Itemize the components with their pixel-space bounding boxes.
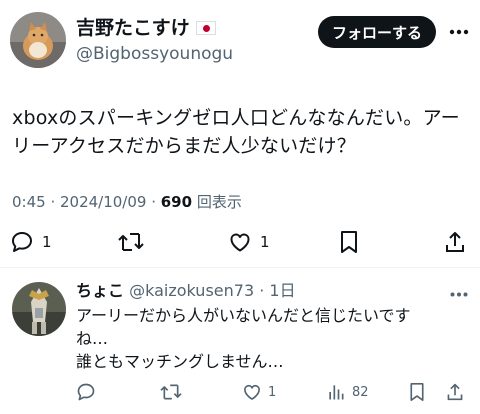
heart-icon — [230, 233, 250, 252]
reply-count: 1 — [42, 233, 52, 251]
display-name[interactable]: 吉野たこすけ — [76, 16, 190, 40]
views-bar-chart-icon — [329, 385, 344, 400]
timestamp[interactable]: 0:45 · 2024/10/09 · — [12, 193, 161, 211]
share-icon — [447, 383, 463, 401]
reply-icon — [12, 232, 32, 252]
reply-text-line: 誰ともマッチングしません… — [76, 352, 284, 371]
reply-text-line: アーリーだから人がいないんだと信じたいです — [76, 306, 411, 325]
tweet-text-line: リーアクセスだからまだ人少ないだけ？ — [12, 135, 356, 157]
reply-button[interactable] — [76, 382, 102, 402]
heart-icon — [244, 384, 260, 400]
views-count: 690 — [160, 193, 193, 211]
like-count: 1 — [260, 233, 270, 251]
reply-tweet[interactable]: ちょこ @kaizokusen73 · 1日 アーリーだから人がいないんだと信じ… — [0, 268, 480, 414]
like-button[interactable]: 1 — [228, 230, 270, 254]
bookmark-icon — [341, 231, 357, 253]
tweet-text: xboxのスパーキングゼロ人口どんななんだい。アー リーアクセスだからまだ人少な… — [12, 104, 472, 160]
like-button[interactable]: 1 — [242, 382, 276, 402]
avatar[interactable] — [12, 282, 66, 336]
bookmark-button[interactable] — [338, 230, 360, 254]
share-icon — [446, 232, 464, 252]
japan-flag-icon — [195, 21, 216, 35]
tweet-actions: 1 1 — [0, 230, 480, 256]
avatar[interactable] — [10, 12, 66, 68]
retweet-icon — [160, 384, 182, 400]
cat-avatar-image — [10, 12, 66, 68]
main-tweet: 吉野たこすけ @Bigbossyounogu フォローする xboxのスパーキン… — [0, 0, 480, 268]
reply-button[interactable]: 1 — [10, 230, 52, 254]
views-label: 回表示 — [192, 193, 242, 211]
retweet-button[interactable] — [160, 382, 188, 402]
reply-icon — [77, 383, 95, 401]
bookmark-button[interactable] — [408, 382, 426, 402]
more-options-icon[interactable] — [446, 18, 472, 46]
figure-avatar-image — [12, 282, 66, 336]
tweet-meta: 0:45 · 2024/10/09 · 690 回表示 — [12, 192, 242, 212]
views-button[interactable]: 82 — [326, 382, 369, 402]
user-handle[interactable]: @Bigbossyounogu — [76, 44, 233, 64]
display-name-row[interactable]: 吉野たこすけ — [76, 16, 216, 40]
tweet-text-line: xboxのスパーキングゼロ人口どんななんだい。アー — [12, 107, 460, 129]
retweet-icon — [118, 233, 144, 251]
retweet-button[interactable] — [118, 230, 152, 254]
reply-handle-time[interactable]: @kaizokusen73 · 1日 — [129, 281, 295, 300]
reply-actions: 1 82 — [0, 382, 480, 406]
bookmark-icon — [410, 383, 424, 401]
more-options-icon[interactable] — [446, 282, 472, 306]
views-count: 82 — [352, 384, 369, 400]
share-button[interactable] — [446, 382, 464, 402]
follow-button[interactable]: フォローする — [318, 16, 436, 48]
reply-display-name[interactable]: ちょこ — [76, 281, 124, 300]
reply-text: アーリーだから人がいないんだと信じたいです ね… 誰ともマッチングしません… — [76, 304, 472, 373]
reply-text-line: ね… — [76, 329, 109, 348]
like-count: 1 — [268, 384, 277, 400]
reply-header: ちょこ @kaizokusen73 · 1日 — [76, 280, 296, 302]
share-button[interactable] — [444, 230, 466, 254]
